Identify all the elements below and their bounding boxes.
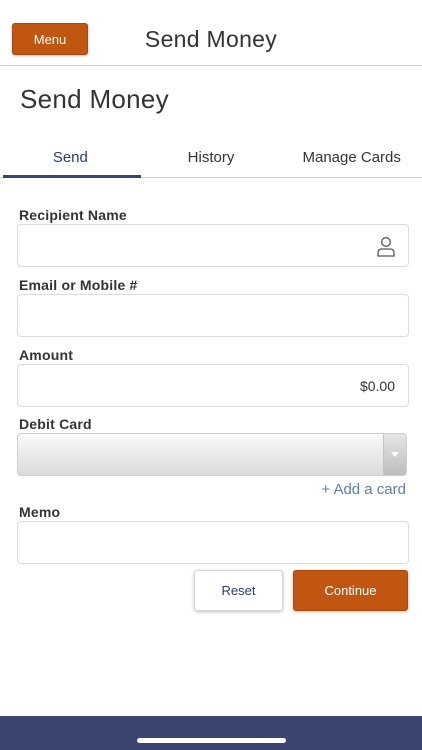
email-mobile-input[interactable] [17,294,409,337]
tab-manage-cards[interactable]: Manage Cards [281,138,422,177]
amount-label: Amount [19,347,74,363]
debit-card-label: Debit Card [19,416,92,432]
tab-bar: Send History Manage Cards [0,138,422,178]
reset-button[interactable]: Reset [194,570,283,611]
chevron-down-icon [391,452,399,457]
email-mobile-label: Email or Mobile # [19,277,138,293]
add-card-link[interactable]: + Add a card [321,481,406,498]
memo-input[interactable] [17,521,409,564]
memo-label: Memo [19,504,61,520]
app-bar-title: Send Money [144,26,278,52]
page-title: Send Money [20,84,169,114]
recipient-name-input[interactable] [17,224,409,267]
home-indicator[interactable] [137,738,286,743]
recipient-name-label: Recipient Name [19,207,127,223]
top-app-bar: Menu Send Money [0,0,422,66]
tab-history[interactable]: History [141,138,282,177]
tab-send[interactable]: Send [0,138,141,178]
bottom-bar [0,716,422,750]
person-icon[interactable] [376,236,396,257]
select-arrow-box[interactable] [383,434,406,475]
amount-value: $0.00 [359,378,395,394]
debit-card-select[interactable] [17,433,407,476]
continue-button[interactable]: Continue [293,570,408,611]
amount-input[interactable]: $0.00 [17,364,409,407]
